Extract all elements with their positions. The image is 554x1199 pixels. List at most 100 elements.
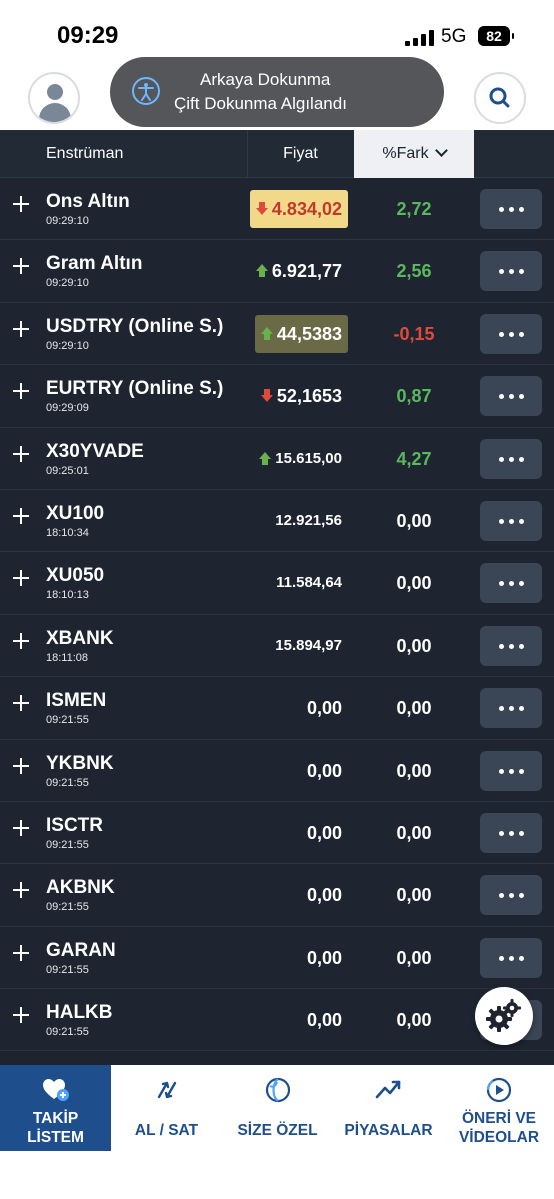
add-to-list-icon[interactable] <box>12 507 30 525</box>
add-to-list-icon[interactable] <box>12 257 30 275</box>
instrument-price-value: 4.834,02 <box>271 199 342 219</box>
instrument-price-value: 15.894,97 <box>275 636 342 654</box>
instrument-time: 09:29:10 <box>46 339 89 352</box>
more-options-button[interactable] <box>480 937 542 978</box>
add-to-list-icon[interactable] <box>12 632 30 650</box>
instrument-price-value: 0,00 <box>306 947 342 968</box>
instrument-name: Ons Altın <box>46 191 130 212</box>
add-to-list-icon[interactable] <box>12 819 30 837</box>
instrument-price-value: 0,00 <box>306 885 342 906</box>
more-options-button[interactable] <box>480 438 542 479</box>
heart-plus-icon <box>42 1079 69 1101</box>
instrument-time: 18:10:13 <box>46 589 89 602</box>
more-options-button[interactable] <box>480 563 542 604</box>
accessibility-toast: Arkaya Dokunma Çift Dokunma Algılandı <box>110 57 444 127</box>
add-to-list-icon[interactable] <box>12 694 30 712</box>
table-row[interactable]: XU100 18:10:34 12.921,56 0,00 <box>0 489 554 553</box>
instrument-diff: 0,00 <box>396 510 432 531</box>
instrument-time: 09:29:10 <box>46 215 89 227</box>
more-dots-icon <box>499 581 504 587</box>
column-header-diff[interactable]: %Fark <box>354 130 474 178</box>
more-options-button[interactable] <box>480 500 542 541</box>
status-time: 09:29 <box>57 22 119 49</box>
search-icon <box>489 87 510 108</box>
more-dots-icon <box>499 394 504 400</box>
nav-al-sat[interactable]: AL / SAT <box>111 1065 222 1151</box>
arrow-up-icon <box>260 326 273 341</box>
instrument-time: 09:25:01 <box>46 464 89 477</box>
instrument-name: XU100 <box>46 502 105 524</box>
add-to-list-icon[interactable] <box>12 195 30 213</box>
add-to-list-icon[interactable] <box>12 320 30 338</box>
nav-label-line2: LİSTEM <box>27 1129 84 1146</box>
column-header-price[interactable]: Fiyat <box>247 130 353 178</box>
column-header-diff-label: %Fark <box>382 145 429 162</box>
add-to-list-icon[interactable] <box>12 881 30 899</box>
instrument-price: 15.615,00 <box>253 440 348 478</box>
search-button[interactable] <box>474 72 526 124</box>
table-row[interactable]: HALKB 09:21:55 0,00 0,00 <box>0 989 554 1052</box>
instrument-name: XU050 <box>46 565 105 587</box>
table-row[interactable]: XU050 18:10:13 11.584,64 0,00 <box>0 552 554 615</box>
profile-avatar-button[interactable] <box>28 72 80 124</box>
table-row[interactable]: Ons Altın 09:29:10 4.834,02 2,72 <box>0 178 554 241</box>
instrument-name: AKBNK <box>46 877 115 899</box>
instrument-diff: 0,87 <box>396 386 432 407</box>
settings-fab[interactable] <box>475 987 533 1045</box>
table-row[interactable]: X30YVADE 09:25:01 15.615,00 4,27 <box>0 427 554 490</box>
nav-takip-listem[interactable]: TAKİP LİSTEM <box>0 1065 111 1151</box>
instrument-name: GARAN <box>46 939 116 961</box>
column-header-instrument[interactable]: Enstrüman <box>46 130 123 178</box>
more-options-button[interactable] <box>480 875 542 916</box>
add-to-list-icon[interactable] <box>12 569 30 587</box>
more-options-button[interactable] <box>480 376 542 417</box>
instrument-diff: 2,56 <box>396 261 432 282</box>
more-options-button[interactable] <box>480 688 542 729</box>
add-to-list-icon[interactable] <box>12 382 30 400</box>
instrument-time: 18:11:08 <box>46 651 89 664</box>
add-to-list-icon[interactable] <box>12 757 30 775</box>
swap-arrows-icon <box>157 1081 176 1099</box>
gears-icon <box>486 999 521 1032</box>
add-to-list-icon[interactable] <box>12 944 30 962</box>
instrument-price: 52,1653 <box>255 377 348 415</box>
accessibility-icon <box>132 77 160 105</box>
instrument-price: 0,00 <box>285 876 348 914</box>
instrument-time: 09:21:55 <box>46 714 89 727</box>
table-row[interactable]: EURTRY (Online S.) 09:29:09 52,1653 0,87 <box>0 365 554 428</box>
more-dots-icon <box>499 893 504 899</box>
add-to-list-icon[interactable] <box>12 1006 30 1024</box>
more-options-button[interactable] <box>480 313 542 354</box>
instrument-price: 0,00 <box>285 939 348 977</box>
more-dots-icon <box>499 269 504 275</box>
instrument-diff: -0,15 <box>393 323 435 344</box>
app-header: 09:29 5G 82 Arkaya Dokunma Çift Dokunma … <box>0 0 554 130</box>
more-dots-icon <box>499 643 504 649</box>
battery-icon: 82 <box>478 26 514 46</box>
more-options-button[interactable] <box>480 251 542 292</box>
table-row[interactable]: Gram Altın 09:29:10 6.921,77 2,56 <box>0 240 554 303</box>
more-options-button[interactable] <box>480 189 542 229</box>
table-row[interactable]: GARAN 09:21:55 0,00 0,00 <box>0 926 554 990</box>
table-row[interactable]: YKBNK 09:21:55 0,00 0,00 <box>0 739 554 802</box>
table-row[interactable]: ISMEN 09:21:55 0,00 0,00 <box>0 677 554 740</box>
nav-oneri-videolar[interactable]: ÖNERİ VE VİDEOLAR <box>444 1065 554 1151</box>
add-to-list-icon[interactable] <box>12 445 30 463</box>
more-options-button[interactable] <box>480 750 542 791</box>
nav-piyasalar[interactable]: PİYASALAR <box>333 1065 444 1151</box>
instrument-price: 0,00 <box>285 1001 348 1039</box>
table-row[interactable]: AKBNK 09:21:55 0,00 0,00 <box>0 864 554 927</box>
table-row[interactable]: XBANK 18:11:08 15.894,97 0,00 <box>0 614 554 678</box>
table-row[interactable]: USDTRY (Online S.) 09:29:10 44,5383 -0,15 <box>0 302 554 366</box>
arrow-up-icon <box>255 264 268 278</box>
instrument-time: 09:21:55 <box>46 776 89 789</box>
nav-size-ozel[interactable]: SİZE ÖZEL <box>222 1065 333 1151</box>
more-dots-icon <box>499 768 504 774</box>
more-options-button[interactable] <box>480 625 542 666</box>
cellular-signal-icon <box>405 30 435 46</box>
instrument-price-value: 11.584,64 <box>276 574 342 592</box>
nav-label-line1: SİZE ÖZEL <box>237 1122 318 1139</box>
more-options-button[interactable] <box>480 812 542 853</box>
instrument-time: 09:21:55 <box>46 901 89 914</box>
table-row[interactable]: ISCTR 09:21:55 0,00 0,00 <box>0 801 554 865</box>
